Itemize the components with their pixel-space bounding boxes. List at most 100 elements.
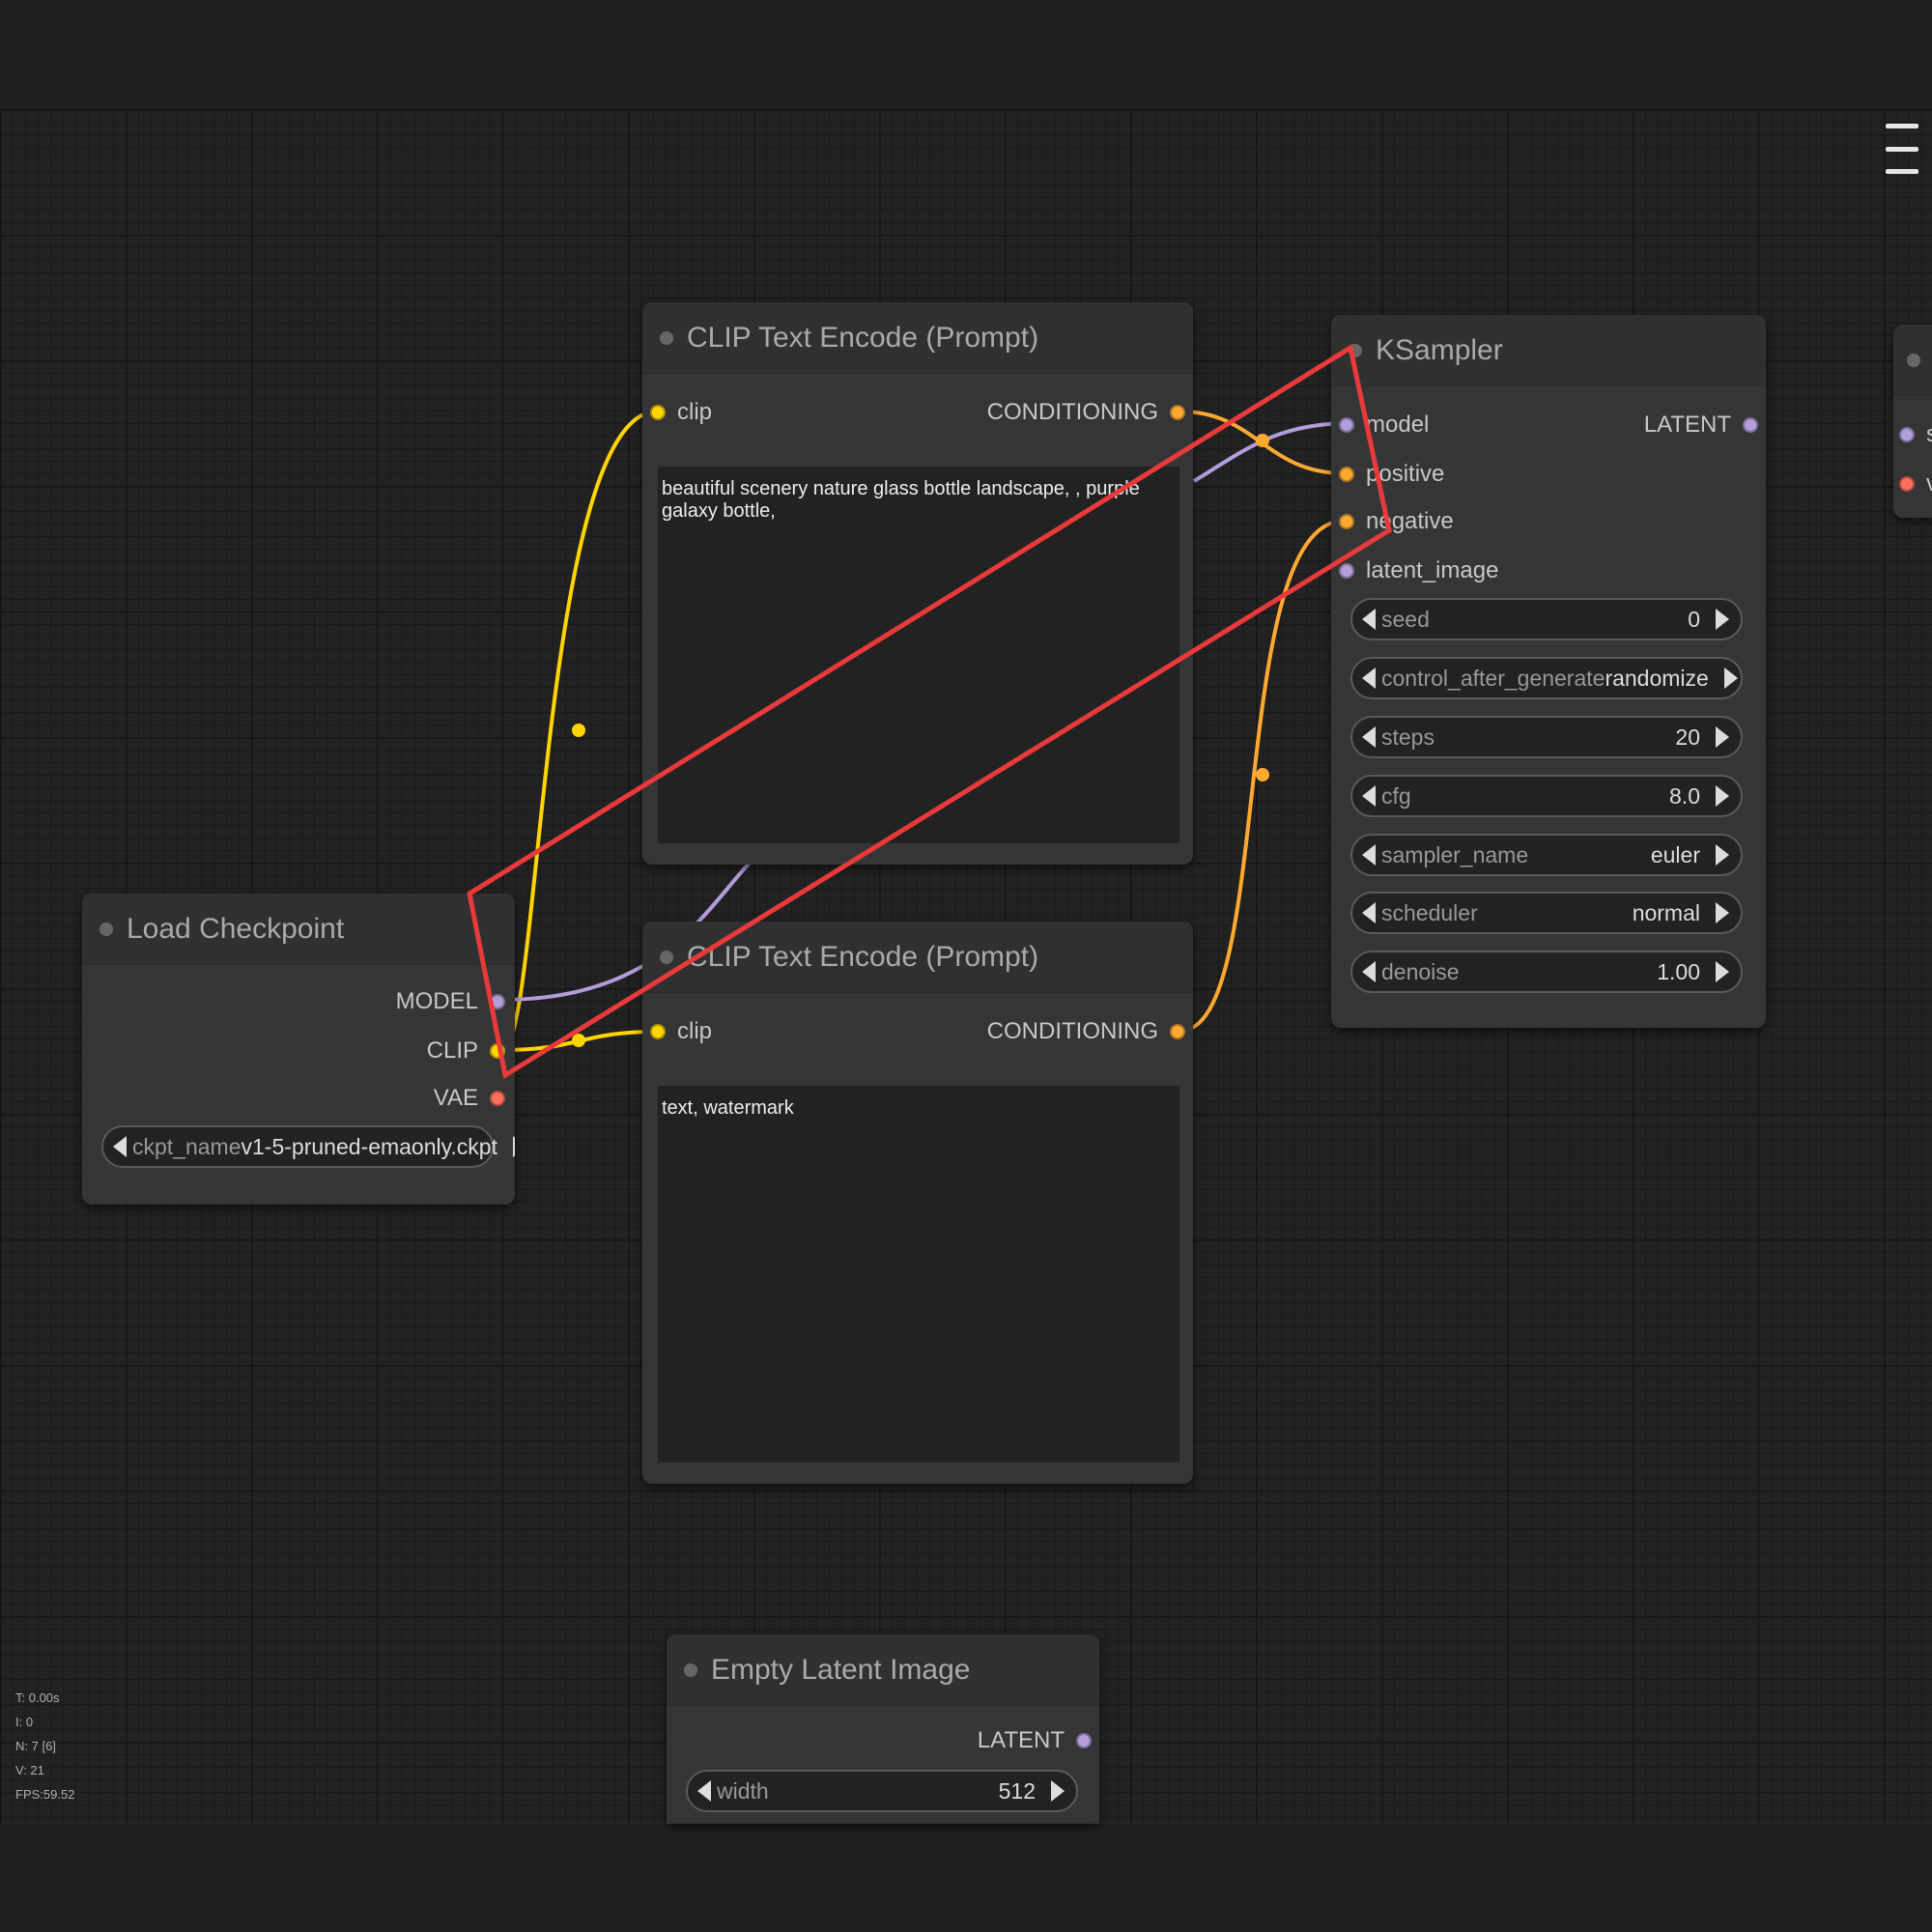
input-latent-image[interactable]: latent_image xyxy=(1339,557,1498,584)
output-clip[interactable]: CLIP xyxy=(427,1037,505,1065)
output-conditioning[interactable]: CONDITIONING xyxy=(987,399,1185,426)
stat-v: V: 21 xyxy=(15,1763,44,1777)
widget-value: normal xyxy=(1632,899,1700,925)
output-model[interactable]: MODEL xyxy=(396,988,505,1015)
collapse-dot-icon[interactable] xyxy=(99,922,113,936)
widget-label: ckpt_name xyxy=(132,1133,242,1159)
increment-arrow-icon[interactable] xyxy=(1723,668,1738,689)
widget-label: scheduler xyxy=(1381,899,1478,925)
slot-label: MODEL xyxy=(395,988,478,1014)
decrement-arrow-icon[interactable] xyxy=(1362,726,1376,748)
widget-value: 512 xyxy=(998,1777,1036,1804)
input-clip[interactable]: clip xyxy=(650,399,712,426)
slot-dot-icon[interactable] xyxy=(1170,1024,1185,1039)
ckpt-name-widget[interactable]: ckpt_name v1-5-pruned-emaonly.ckpt xyxy=(101,1125,515,1168)
decrement-arrow-icon[interactable] xyxy=(1362,668,1376,689)
stat-time: T: 0.00s xyxy=(15,1690,60,1705)
node-title: Empty Latent Image xyxy=(711,1653,971,1686)
output-conditioning[interactable]: CONDITIONING xyxy=(987,1018,1185,1045)
prompt-textarea[interactable]: beautiful scenery nature glass bottle la… xyxy=(658,467,1179,843)
slot-dot-icon[interactable] xyxy=(1339,514,1354,529)
node-load-checkpoint[interactable]: Load Checkpoint MODEL CLIP VAE ckpt_name… xyxy=(82,894,515,1205)
widget-value: euler xyxy=(1650,841,1700,867)
node-clip-text-encode-negative[interactable]: CLIP Text Encode (Prompt) clip CONDITION… xyxy=(642,922,1193,1484)
increment-arrow-icon[interactable] xyxy=(1716,961,1729,982)
node-empty-latent-image[interactable]: Empty Latent Image LATENT width 512 xyxy=(667,1634,1099,1824)
input-samples[interactable]: sa xyxy=(1899,421,1932,448)
control-after-generate-widget[interactable]: control_after_generate randomize xyxy=(1350,657,1743,699)
scheduler-widget[interactable]: scheduler normal xyxy=(1350,892,1743,934)
slot-dot-icon[interactable] xyxy=(1170,405,1185,420)
slot-dot-icon[interactable] xyxy=(1339,563,1354,579)
input-model[interactable]: model xyxy=(1339,412,1429,439)
input-positive[interactable]: positive xyxy=(1339,461,1444,488)
slot-dot-icon[interactable] xyxy=(490,1091,505,1106)
widget-label: seed xyxy=(1381,606,1430,632)
node-ksampler[interactable]: KSampler model LATENT positive negative … xyxy=(1331,315,1766,1028)
widget-label: control_after_generate xyxy=(1381,665,1605,691)
width-widget[interactable]: width 512 xyxy=(686,1770,1078,1812)
node-clip-text-encode-positive[interactable]: CLIP Text Encode (Prompt) clip CONDITION… xyxy=(642,302,1193,865)
steps-widget[interactable]: steps 20 xyxy=(1350,716,1743,758)
widget-value: 20 xyxy=(1675,724,1700,750)
slot-dot-icon[interactable] xyxy=(490,1043,505,1059)
increment-arrow-icon[interactable] xyxy=(1716,609,1729,630)
input-vae[interactable]: va xyxy=(1899,470,1932,497)
node-title: Load Checkpoint xyxy=(127,912,345,945)
increment-arrow-icon[interactable] xyxy=(513,1136,515,1157)
seed-widget[interactable]: seed 0 xyxy=(1350,598,1743,640)
widget-label: denoise xyxy=(1381,958,1460,984)
slot-dot-icon[interactable] xyxy=(1743,417,1758,433)
widget-label: cfg xyxy=(1381,782,1411,809)
collapse-dot-icon[interactable] xyxy=(660,950,673,964)
slot-dot-icon[interactable] xyxy=(1339,417,1354,433)
stat-nodes: N: 7 [6] xyxy=(15,1739,56,1753)
increment-arrow-icon[interactable] xyxy=(1716,902,1729,923)
decrement-arrow-icon[interactable] xyxy=(1362,961,1376,982)
slot-label: latent_image xyxy=(1366,557,1499,583)
output-latent[interactable]: LATENT xyxy=(1644,412,1758,439)
input-negative[interactable]: negative xyxy=(1339,508,1454,535)
slot-dot-icon[interactable] xyxy=(650,405,666,420)
slot-dot-icon[interactable] xyxy=(1076,1733,1092,1748)
decrement-arrow-icon[interactable] xyxy=(1362,902,1376,923)
collapse-dot-icon[interactable] xyxy=(1907,353,1920,367)
sampler-name-widget[interactable]: sampler_name euler xyxy=(1350,834,1743,876)
slot-dot-icon[interactable] xyxy=(1899,476,1915,492)
collapse-dot-icon[interactable] xyxy=(1349,343,1362,357)
decrement-arrow-icon[interactable] xyxy=(1362,844,1376,866)
stat-fps: FPS:59.52 xyxy=(15,1787,75,1802)
slot-label: CONDITIONING xyxy=(986,1018,1158,1044)
menu-icon[interactable] xyxy=(1886,124,1918,174)
decrement-arrow-icon[interactable] xyxy=(1362,609,1376,630)
node-partial-right[interactable]: sa va xyxy=(1893,325,1932,518)
widget-label: width xyxy=(717,1777,769,1804)
slot-dot-icon[interactable] xyxy=(1339,467,1354,482)
increment-arrow-icon[interactable] xyxy=(1716,785,1729,807)
stat-i: I: 0 xyxy=(15,1715,34,1729)
slot-dot-icon[interactable] xyxy=(650,1024,666,1039)
input-clip[interactable]: clip xyxy=(650,1018,712,1045)
slot-label: LATENT xyxy=(1643,412,1731,438)
slot-label: model xyxy=(1366,412,1430,438)
slot-label: VAE xyxy=(433,1085,478,1111)
slot-label: CONDITIONING xyxy=(986,399,1158,425)
slot-dot-icon[interactable] xyxy=(1899,427,1915,442)
cfg-widget[interactable]: cfg 8.0 xyxy=(1350,775,1743,817)
output-vae[interactable]: VAE xyxy=(434,1085,505,1112)
increment-arrow-icon[interactable] xyxy=(1716,844,1729,866)
output-latent[interactable]: LATENT xyxy=(978,1727,1092,1754)
slot-label: negative xyxy=(1366,508,1454,534)
increment-arrow-icon[interactable] xyxy=(1051,1780,1065,1802)
prompt-textarea[interactable]: text, watermark xyxy=(658,1086,1179,1463)
slot-dot-icon[interactable] xyxy=(490,994,505,1009)
denoise-widget[interactable]: denoise 1.00 xyxy=(1350,951,1743,993)
decrement-arrow-icon[interactable] xyxy=(697,1780,711,1802)
decrement-arrow-icon[interactable] xyxy=(1362,785,1376,807)
increment-arrow-icon[interactable] xyxy=(1716,726,1729,748)
widget-label: steps xyxy=(1381,724,1435,750)
collapse-dot-icon[interactable] xyxy=(684,1662,697,1677)
decrement-arrow-icon[interactable] xyxy=(113,1136,127,1157)
slot-label: positive xyxy=(1366,461,1445,487)
collapse-dot-icon[interactable] xyxy=(660,330,673,345)
